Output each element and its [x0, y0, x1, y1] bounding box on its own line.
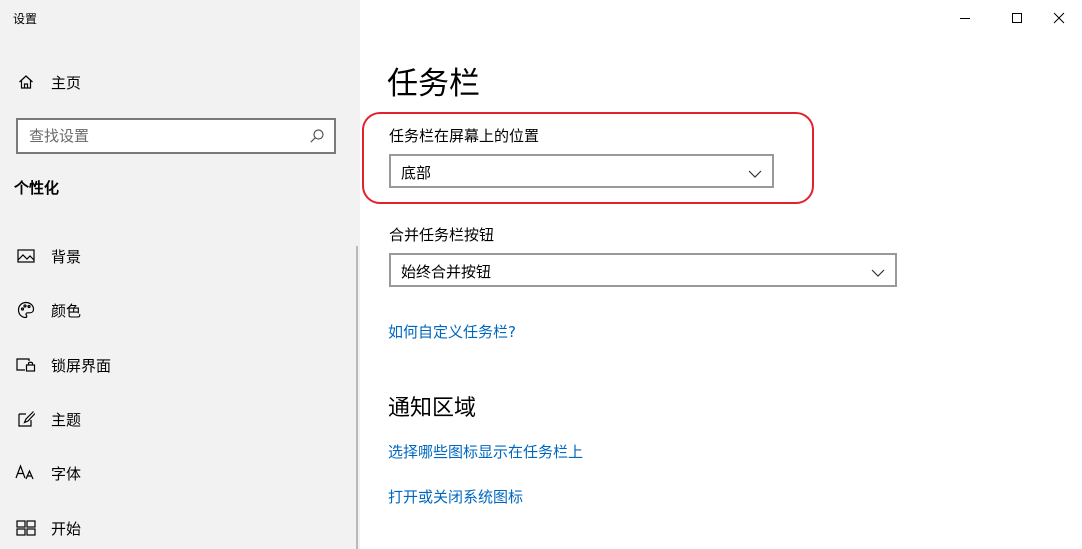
sidebar-item-label: 主页 [51, 73, 82, 92]
minimize-icon [959, 9, 971, 28]
taskbar-location-dropdown[interactable]: 底部 [389, 154, 774, 188]
maximize-icon [1011, 9, 1023, 28]
sidebar-item-label: 颜色 [51, 301, 82, 320]
sidebar-item-home[interactable]: 主页 [0, 62, 356, 102]
page-title: 任务栏 [387, 66, 480, 102]
home-icon [15, 71, 37, 93]
sidebar-item-label: 开始 [51, 519, 82, 538]
search-box[interactable] [16, 118, 336, 154]
dropdown-value: 始终合并按钮 [401, 263, 492, 281]
close-button[interactable] [1036, 0, 1082, 36]
sidebar-item-background[interactable]: 背景 [0, 236, 356, 276]
theme-brush-icon [15, 408, 37, 430]
taskbar-location-label: 任务栏在屏幕上的位置 [389, 127, 540, 145]
window-title: 设置 [13, 12, 38, 26]
chevron-down-icon [871, 264, 885, 277]
sidebar-item-start[interactable]: 开始 [0, 508, 356, 548]
sidebar-item-label: 主题 [51, 410, 82, 429]
combine-buttons-dropdown[interactable]: 始终合并按钮 [389, 253, 897, 287]
system-icons-toggle-link[interactable]: 打开或关闭系统图标 [388, 486, 523, 507]
sidebar-item-label: 字体 [51, 464, 82, 483]
select-taskbar-icons-link[interactable]: 选择哪些图标显示在任务栏上 [388, 441, 583, 462]
lock-screen-icon [15, 354, 37, 376]
sidebar-scrollbar[interactable] [356, 246, 358, 549]
close-icon [1053, 9, 1065, 28]
search-icon[interactable] [309, 128, 325, 144]
image-icon [15, 245, 37, 267]
dropdown-value: 底部 [401, 164, 432, 182]
minimize-button[interactable] [942, 0, 988, 36]
sidebar-item-themes[interactable]: 主题 [0, 399, 356, 439]
font-icon [15, 462, 37, 484]
search-input[interactable] [29, 127, 299, 145]
start-menu-icon [15, 517, 37, 539]
combine-buttons-label: 合并任务栏按钮 [389, 226, 495, 244]
sidebar-item-lock-screen[interactable]: 锁屏界面 [0, 345, 356, 385]
palette-icon [15, 299, 37, 321]
customize-taskbar-link[interactable]: 如何自定义任务栏? [388, 321, 516, 342]
notification-area-heading: 通知区域 [388, 396, 477, 421]
chevron-down-icon [748, 165, 762, 178]
maximize-button[interactable] [994, 0, 1040, 36]
sidebar-item-label: 背景 [51, 247, 82, 266]
sidebar: 设置 主页 个性化 背景 [0, 0, 360, 549]
sidebar-item-colors[interactable]: 颜色 [0, 290, 356, 330]
section-heading: 个性化 [14, 179, 60, 197]
sidebar-item-label: 锁屏界面 [51, 356, 112, 375]
sidebar-item-fonts[interactable]: 字体 [0, 453, 356, 493]
